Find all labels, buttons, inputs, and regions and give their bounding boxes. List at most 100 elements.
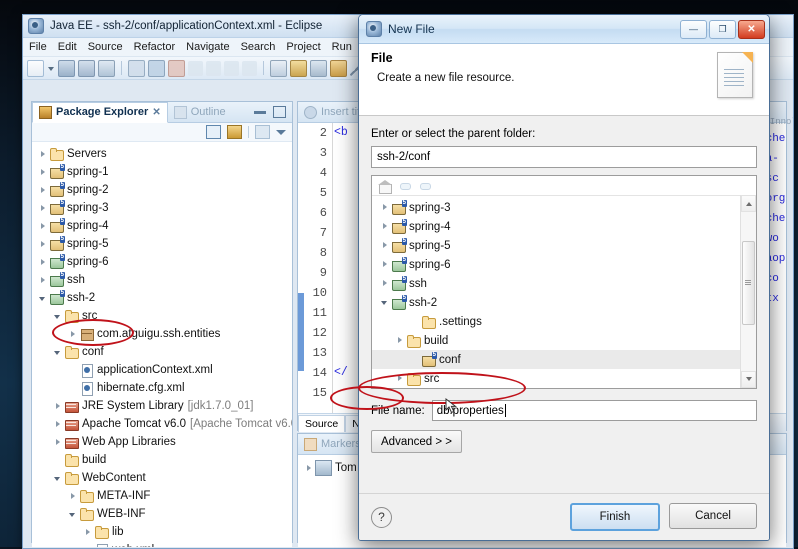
folder-tree-list[interactable]: spring-3 spring-4 spring-5 spring-6 ssh ssh-2… xyxy=(372,196,756,388)
tree-item[interactable]: com.atguigu.ssh.entities xyxy=(32,325,292,343)
expand-arrow-icon[interactable] xyxy=(38,149,49,160)
link-with-editor-icon[interactable] xyxy=(227,125,242,139)
tree-item[interactable]: applicationContext.xml xyxy=(32,361,292,379)
tree-item[interactable]: META-INF xyxy=(32,487,292,505)
menu-item-navigate[interactable]: Navigate xyxy=(186,41,229,53)
menu-item-file[interactable]: File xyxy=(29,41,47,53)
expand-arrow-icon[interactable] xyxy=(68,491,79,502)
folder-tree-item[interactable]: spring-3 xyxy=(372,198,756,217)
expand-arrow-icon[interactable] xyxy=(83,527,94,538)
tree-item[interactable]: spring-3 xyxy=(32,199,292,217)
folder-tree-item[interactable]: spring-4 xyxy=(372,217,756,236)
tree-item[interactable]: spring-6 xyxy=(32,253,292,271)
scroll-down-button[interactable] xyxy=(741,371,756,388)
tree-item[interactable]: conf xyxy=(32,343,292,361)
folder-tree-item[interactable]: src xyxy=(372,369,756,388)
expand-arrow-icon[interactable] xyxy=(38,293,49,304)
menu-item-project[interactable]: Project xyxy=(286,41,320,53)
tab-source[interactable]: Source xyxy=(298,415,346,432)
tree-item[interactable]: Servers xyxy=(32,145,292,163)
close-button[interactable]: ✕ xyxy=(738,19,765,39)
new-wizard-icon[interactable] xyxy=(27,59,44,77)
stop-icon[interactable] xyxy=(168,59,185,77)
tab-editor-file[interactable]: Insert tit xyxy=(298,103,366,122)
expand-arrow-icon[interactable] xyxy=(380,297,391,308)
expand-arrow-icon[interactable] xyxy=(53,437,64,448)
menu-item-source[interactable]: Source xyxy=(88,41,123,53)
folder-tree-item[interactable]: build xyxy=(372,331,756,350)
expand-arrow-icon[interactable] xyxy=(38,221,49,232)
expand-arrow-icon[interactable] xyxy=(68,329,79,340)
dialog-window-buttons[interactable]: — ❐ ✕ xyxy=(680,19,769,39)
back-icon[interactable] xyxy=(398,179,412,193)
package-explorer-toolbar[interactable] xyxy=(32,123,292,142)
minimize-button[interactable]: — xyxy=(680,19,707,39)
step-into-icon[interactable] xyxy=(206,60,221,76)
tab-markers[interactable]: Markers xyxy=(298,435,367,454)
expand-arrow-icon[interactable] xyxy=(53,311,64,322)
expand-arrow-icon[interactable] xyxy=(53,347,64,358)
tree-item[interactable]: Web App Libraries xyxy=(32,433,292,451)
expand-arrow-icon[interactable] xyxy=(380,259,391,270)
expand-arrow-icon[interactable] xyxy=(395,373,406,384)
menu-item-search[interactable]: Search xyxy=(241,41,276,53)
folder-tree-scrollbar[interactable] xyxy=(740,195,756,388)
menu-item-refactor[interactable]: Refactor xyxy=(134,41,176,53)
expand-arrow-icon[interactable] xyxy=(38,167,49,178)
tree-item[interactable]: WebContent xyxy=(32,469,292,487)
tree-item[interactable]: WEB-INF xyxy=(32,505,292,523)
print-icon[interactable] xyxy=(98,59,115,77)
expand-arrow-icon[interactable] xyxy=(53,473,64,484)
maximize-view-icon[interactable] xyxy=(273,106,286,118)
expand-arrow-icon[interactable] xyxy=(38,275,49,286)
menu-item-edit[interactable]: Edit xyxy=(58,41,77,53)
search-icon[interactable] xyxy=(290,59,307,77)
collapse-all-icon[interactable] xyxy=(206,125,221,139)
forward-icon[interactable] xyxy=(418,179,432,193)
tab-outline[interactable]: Outline xyxy=(168,103,232,122)
folder-tree-toolbar[interactable] xyxy=(372,176,756,196)
folder-tree-item[interactable]: spring-6 xyxy=(372,255,756,274)
folder-tree-item[interactable]: spring-5 xyxy=(372,236,756,255)
save-all-icon[interactable] xyxy=(78,59,95,77)
maximize-button[interactable]: ❐ xyxy=(709,19,736,39)
tree-item[interactable]: JRE System Library [jdk1.7.0_01] xyxy=(32,397,292,415)
expand-arrow-icon[interactable] xyxy=(38,203,49,214)
package-explorer-tree[interactable]: Servers spring-1 spring-2 spring-3 spring-4 s… xyxy=(32,142,292,547)
tree-item[interactable]: web.xml xyxy=(32,541,292,547)
run-server-icon[interactable] xyxy=(310,59,327,77)
expand-arrow-icon[interactable] xyxy=(380,221,391,232)
tree-item[interactable]: src xyxy=(32,307,292,325)
chevron-down-icon[interactable] xyxy=(276,129,286,135)
tree-item[interactable]: spring-2 xyxy=(32,181,292,199)
step-return-icon[interactable] xyxy=(224,60,239,76)
profile-icon[interactable] xyxy=(330,59,347,77)
open-type-icon[interactable] xyxy=(270,59,287,77)
folder-tree-item[interactable]: .settings xyxy=(372,312,756,331)
expand-arrow-icon[interactable] xyxy=(380,240,391,251)
expand-arrow-icon[interactable] xyxy=(53,419,64,430)
finish-button[interactable]: Finish xyxy=(570,503,660,531)
expand-arrow-icon[interactable] xyxy=(380,202,391,213)
package-explorer-tab-strip[interactable]: Package Explorer ✕ Outline xyxy=(32,101,292,123)
expand-arrow-icon[interactable] xyxy=(38,185,49,196)
expand-arrow-icon[interactable] xyxy=(38,239,49,250)
tree-item[interactable]: spring-4 xyxy=(32,217,292,235)
view-menu-icon[interactable] xyxy=(255,125,270,139)
scroll-up-button[interactable] xyxy=(741,195,756,212)
folder-tree-item-selected[interactable]: conf xyxy=(372,350,756,369)
tab-package-explorer[interactable]: Package Explorer ✕ xyxy=(32,101,168,123)
cancel-button[interactable]: Cancel xyxy=(669,503,757,529)
parent-folder-input[interactable]: ssh-2/conf xyxy=(371,146,757,168)
tree-item[interactable]: Apache Tomcat v6.0 [Apache Tomcat v6.0] xyxy=(32,415,292,433)
expand-arrow-icon[interactable] xyxy=(68,509,79,520)
folder-tree-item[interactable]: ssh xyxy=(372,274,756,293)
folder-tree-item[interactable]: ssh-2 xyxy=(372,293,756,312)
expand-arrow-icon[interactable] xyxy=(304,463,315,474)
new-wizard-dropdown-icon[interactable] xyxy=(47,61,55,76)
tree-item[interactable]: ssh xyxy=(32,271,292,289)
minimize-view-icon[interactable] xyxy=(254,110,266,114)
close-icon[interactable]: ✕ xyxy=(152,107,160,118)
expand-arrow-icon[interactable] xyxy=(380,278,391,289)
expand-arrow-icon[interactable] xyxy=(38,257,49,268)
